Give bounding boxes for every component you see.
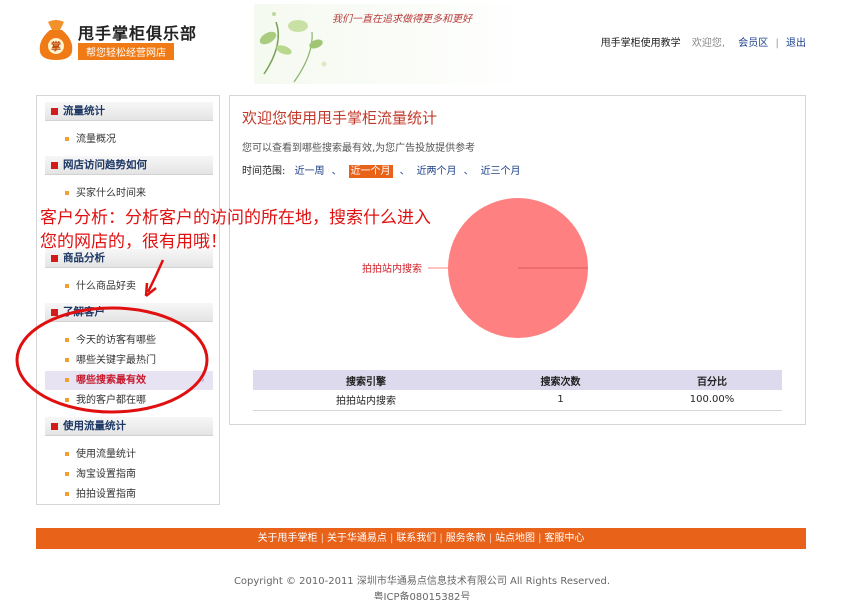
footer-link-contact[interactable]: 联系我们	[396, 533, 436, 544]
bullet-dot-icon	[65, 137, 69, 141]
table-row: 拍拍站内搜索 1 100.00%	[253, 390, 782, 411]
sidebar-item-usage[interactable]: 使用流量统计	[45, 445, 213, 464]
member-area-link[interactable]: 会员区	[738, 38, 768, 49]
logout-link[interactable]: 退出	[786, 38, 806, 49]
copyright-text: Copyright © 2010-2011 深圳市华通易点信息技术有限公司 Al…	[233, 576, 611, 587]
column-header-engine: 搜索引擎	[253, 370, 479, 390]
pie-label: 拍拍站内搜索	[362, 262, 422, 275]
bullet-dot-icon	[65, 452, 69, 456]
sidebar: 流量统计 流量概况 网店访问趋势如何 买家什么时间来 商品分析 什么商品好卖 了…	[36, 95, 220, 505]
range-option-three-months[interactable]: 近三个月	[481, 166, 521, 177]
footer-links: 关于甩手掌柜 | 关于华通易点 | 联系我们 | 服务条款 | 站点地图 | 客服中心	[36, 528, 806, 549]
bullet-square-icon	[51, 108, 58, 115]
bullet-dot-icon	[65, 472, 69, 476]
bullet-dot-icon	[65, 378, 69, 382]
footer-link-support[interactable]: 客服中心	[544, 533, 584, 544]
table-header-row: 搜索引擎 搜索次数 百分比	[253, 370, 782, 390]
footer-link-about[interactable]: 关于甩手掌柜	[258, 533, 318, 544]
sidebar-item-best-sellers[interactable]: 什么商品好卖	[45, 277, 213, 296]
bullet-dot-icon	[65, 398, 69, 402]
footer-link-sitemap[interactable]: 站点地图	[495, 533, 535, 544]
sidebar-section-trend[interactable]: 网店访问趋势如何	[45, 156, 213, 175]
banner-slogan: 我们一直在追求做得更多和更好	[332, 14, 472, 25]
logo-title: 甩手掌柜俱乐部	[78, 24, 198, 43]
svg-text:掌: 掌	[51, 40, 61, 53]
bullet-dot-icon	[65, 191, 69, 195]
column-header-percent: 百分比	[642, 370, 782, 390]
chevron-right-icon: ›	[201, 375, 205, 386]
sidebar-section-customers[interactable]: 了解客户	[45, 303, 213, 322]
header-banner: 我们一直在追求做得更多和更好	[254, 4, 530, 84]
range-option-two-months[interactable]: 近两个月	[417, 166, 457, 177]
sidebar-item-traffic-overview[interactable]: 流量概况	[45, 130, 213, 149]
main-panel: 欢迎您使用甩手掌柜流量统计 您可以查看到哪些搜索最有效,为您广告投放提供参考 时…	[229, 95, 806, 425]
footer-link-terms[interactable]: 服务条款	[446, 533, 486, 544]
range-option-week[interactable]: 近一周	[295, 166, 325, 177]
bullet-square-icon	[51, 309, 58, 316]
footer-link-huatong[interactable]: 关于华通易点	[327, 533, 387, 544]
search-engine-table: 搜索引擎 搜索次数 百分比 拍拍站内搜索 1 100.00%	[253, 370, 782, 411]
range-option-month[interactable]: 近一个月	[348, 165, 393, 178]
nav-welcome-text: 欢迎您,	[691, 38, 726, 49]
nav-teach-label: 甩手掌柜使用教学	[600, 38, 681, 49]
sidebar-item-visit-time[interactable]: 买家什么时间来	[45, 184, 213, 203]
money-bag-icon: 掌	[39, 20, 73, 60]
bullet-dot-icon	[65, 284, 69, 288]
bullet-square-icon	[51, 255, 58, 262]
bullet-square-icon	[51, 162, 58, 169]
cell-count: 1	[479, 390, 642, 411]
time-range-label: 时间范围:	[242, 166, 286, 177]
bullet-dot-icon	[65, 492, 69, 496]
sidebar-item-taobao-guide[interactable]: 淘宝设置指南	[45, 465, 213, 484]
logo-slogan: 帮您轻松经营网店	[78, 43, 174, 60]
sidebar-item-effective-search[interactable]: 哪些搜索最有效 ›	[45, 371, 213, 390]
sidebar-section-traffic[interactable]: 流量统计	[45, 102, 213, 121]
sidebar-item-hot-keywords[interactable]: 哪些关键字最热门	[45, 351, 213, 370]
bullet-dot-icon	[65, 338, 69, 342]
sidebar-section-usage[interactable]: 使用流量统计	[45, 417, 213, 436]
bullet-dot-icon	[65, 358, 69, 362]
icp-number: 粤ICP备08015382号	[373, 592, 471, 600]
sidebar-item-paipai-guide[interactable]: 拍拍设置指南	[45, 485, 213, 504]
page-description: 您可以查看到哪些搜索最有效,为您广告投放提供参考	[242, 143, 476, 154]
annotation-note: 客户分析：分析客户的访问的所在地，搜索什么进入您的网店的，很有用哦！	[40, 208, 431, 252]
bullet-square-icon	[51, 423, 58, 430]
cell-engine: 拍拍站内搜索	[253, 390, 479, 411]
sidebar-item-customer-location[interactable]: 我的客户都在哪	[45, 391, 213, 410]
page-title: 欢迎您使用甩手掌柜流量统计	[242, 109, 438, 127]
top-nav: 甩手掌柜使用教学 欢迎您, 会员区 | 退出	[600, 38, 806, 49]
column-header-count: 搜索次数	[479, 370, 642, 390]
site-logo[interactable]: 掌 甩手掌柜俱乐部 帮您轻松经营网店	[36, 16, 196, 62]
cell-percent: 100.00%	[642, 390, 782, 411]
sidebar-item-today-visitors[interactable]: 今天的访客有哪些	[45, 331, 213, 350]
time-range-selector: 时间范围: 近一周、近一个月、近两个月、近三个月	[242, 165, 521, 178]
